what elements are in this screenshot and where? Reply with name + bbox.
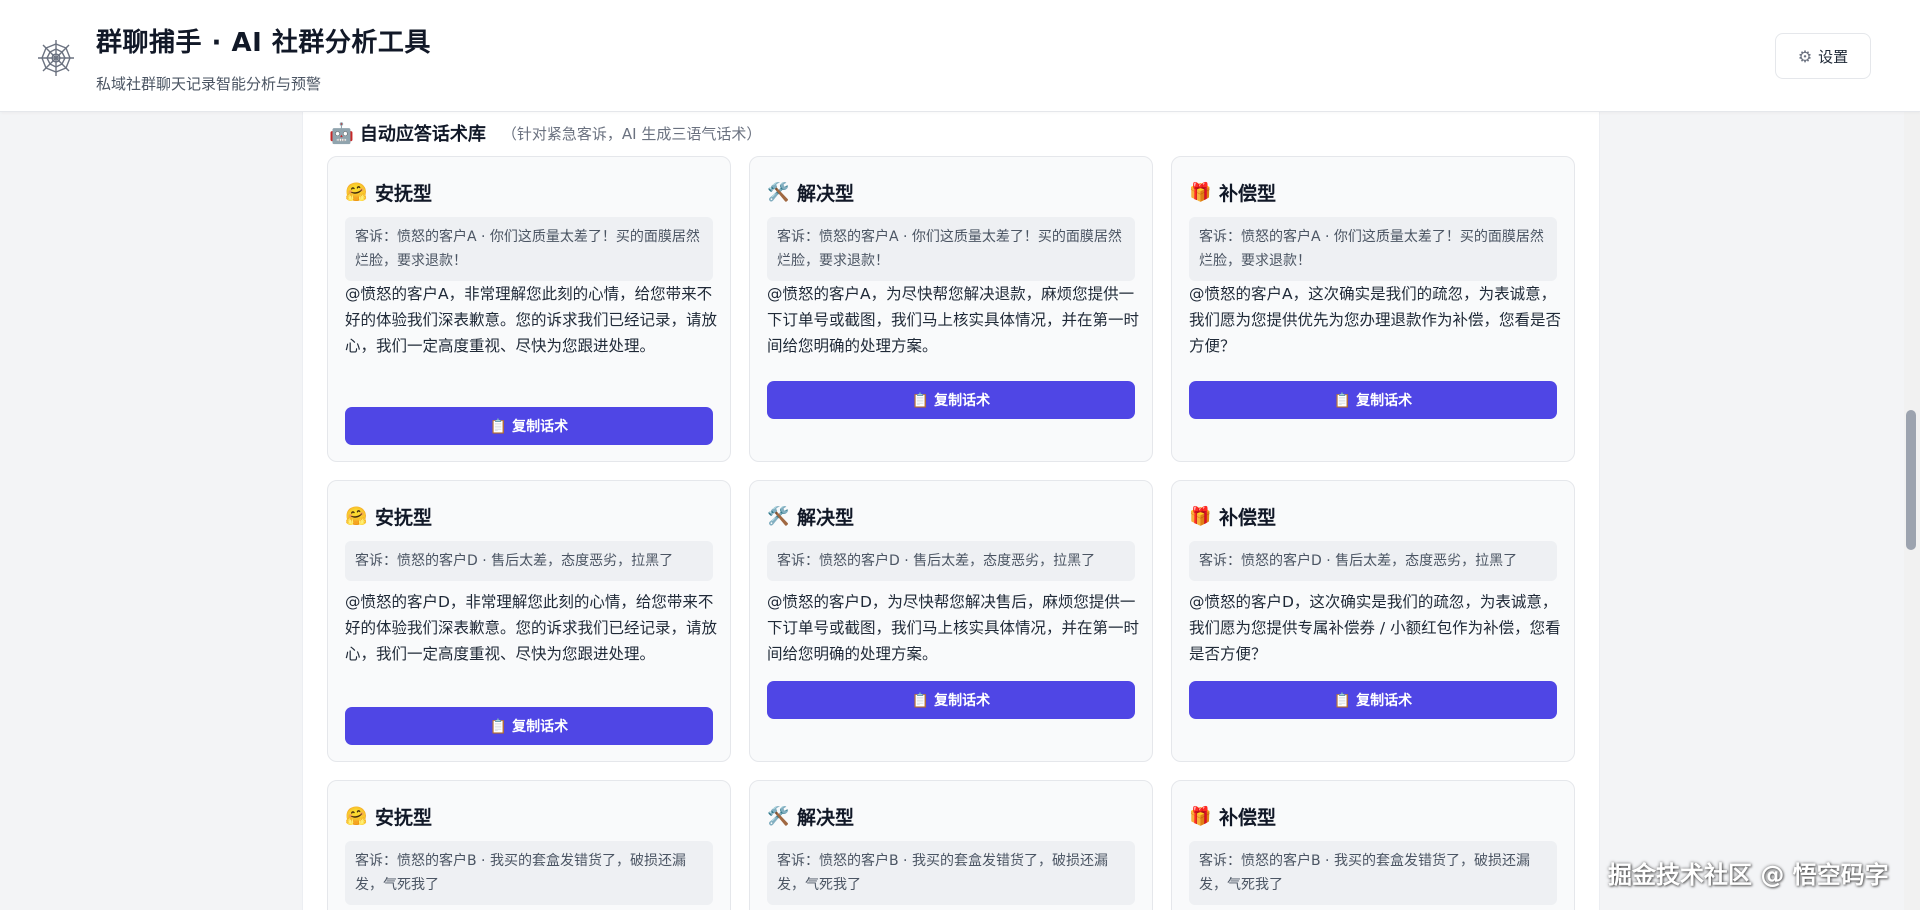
copy-reply-button[interactable]: 📋 复制话术 [767,381,1135,419]
reply-text: @愤怒的客户A，非常理解您此刻的心情，给您带来不好的体验我们深表歉意。您的诉求我… [345,285,718,355]
card-title: 解决型 [797,807,855,829]
spiderweb-icon [38,40,74,76]
card-title: 解决型 [797,183,855,205]
copy-reply-button[interactable]: 📋 复制话术 [345,407,713,445]
card-title: 补偿型 [1219,807,1277,829]
app-subtitle: 私域社群聊天记录智能分析与预警 [96,75,322,93]
gift-icon: 🎁 [1189,182,1212,203]
gear-icon: ⚙ [1797,46,1813,66]
app-title: 群聊捕手 · AI 社群分析工具 [96,28,431,58]
reply-card: 🎁 补偿型 客诉：愤怒的客户D · 售后太差，态度恶劣，拉黑了 @愤怒的客户D，… [1171,480,1575,762]
reply-card: 🎁 补偿型 客诉：愤怒的客户A · 你们这质量太差了！买的面膜居然烂脸，要求退款… [1171,156,1575,462]
complaint-box: 客诉：愤怒的客户B · 我买的套盒发错货了，破损还漏发，气死我了 [1189,841,1557,905]
card-title: 补偿型 [1219,183,1277,205]
reply-card: 🛠️ 解决型 客诉：愤怒的客户D · 售后太差，态度恶劣，拉黑了 @愤怒的客户D… [749,480,1153,762]
reply-card: 🤗 安抚型 客诉：愤怒的客户D · 售后太差，态度恶劣，拉黑了 @愤怒的客户D，… [327,480,731,762]
reply-text: @愤怒的客户D，非常理解您此刻的心情，给您带来不好的体验我们深表歉意。您的诉求我… [345,593,718,663]
copy-reply-button[interactable]: 📋 复制话术 [1189,381,1557,419]
tools-icon: 🛠️ [767,806,790,827]
card-title: 安抚型 [375,183,433,205]
reply-text: @愤怒的客户D，为尽快帮您解决售后，麻烦您提供一下订单号或截图，我们马上核实具体… [767,593,1140,663]
scrollbar-thumb[interactable] [1906,410,1916,550]
complaint-box: 客诉：愤怒的客户A · 你们这质量太差了！买的面膜居然烂脸，要求退款！ [1189,217,1557,281]
reply-text: @愤怒的客户A，为尽快帮您解决退款，麻烦您提供一下订单号或截图，我们马上核实具体… [767,285,1140,355]
complaint-box: 客诉：愤怒的客户B · 我买的套盒发错货了，破损还漏发，气死我了 [345,841,713,905]
settings-label: 设置 [1818,47,1849,66]
reply-card: 🎁 补偿型 客诉：愤怒的客户B · 我买的套盒发错货了，破损还漏发，气死我了 [1171,780,1575,910]
reply-library-panel: 🤖 自动应答话术库 （针对紧急客诉，AI 生成三语气话术） 🤗 安抚型 客诉：愤… [302,112,1600,910]
copy-reply-button[interactable]: 📋 复制话术 [345,707,713,745]
section-header: 🤖 自动应答话术库 （针对紧急客诉，AI 生成三语气话术） [329,118,761,148]
complaint-box: 客诉：愤怒的客户A · 你们这质量太差了！买的面膜居然烂脸，要求退款！ [767,217,1135,281]
copy-reply-button[interactable]: 📋 复制话术 [767,681,1135,719]
card-title: 安抚型 [375,807,433,829]
robot-icon: 🤖 [329,121,354,145]
reply-card: 🤗 安抚型 客诉：愤怒的客户B · 我买的套盒发错货了，破损还漏发，气死我了 [327,780,731,910]
tools-icon: 🛠️ [767,182,790,203]
tools-icon: 🛠️ [767,506,790,527]
settings-button[interactable]: ⚙ 设置 [1775,33,1871,79]
gift-icon: 🎁 [1189,806,1212,827]
reply-text: @愤怒的客户D，这次确实是我们的疏忽，为表诚意，我们愿为您提供专属补偿券 / 小… [1189,593,1561,663]
reply-text: @愤怒的客户A，这次确实是我们的疏忽，为表诚意，我们愿为您提供优先为您办理退款作… [1189,285,1562,355]
complaint-box: 客诉：愤怒的客户B · 我买的套盒发错货了，破损还漏发，气死我了 [767,841,1135,905]
copy-reply-button[interactable]: 📋 复制话术 [1189,681,1557,719]
complaint-box: 客诉：愤怒的客户A · 你们这质量太差了！买的面膜居然烂脸，要求退款！ [345,217,713,281]
app-header: 群聊捕手 · AI 社群分析工具 私域社群聊天记录智能分析与预警 ⚙ 设置 [0,0,1920,112]
card-title: 解决型 [797,507,855,529]
card-title: 安抚型 [375,507,433,529]
hug-face-icon: 🤗 [345,506,368,527]
watermark: 掘金技术社区 @ 悟空码字 [1608,861,1889,889]
complaint-box: 客诉：愤怒的客户D · 售后太差，态度恶劣，拉黑了 [767,541,1135,581]
hug-face-icon: 🤗 [345,806,368,827]
section-note: （针对紧急客诉，AI 生成三语气话术） [501,124,762,143]
reply-card: 🤗 安抚型 客诉：愤怒的客户A · 你们这质量太差了！买的面膜居然烂脸，要求退款… [327,156,731,462]
complaint-box: 客诉：愤怒的客户D · 售后太差，态度恶劣，拉黑了 [1189,541,1557,581]
reply-card: 🛠️ 解决型 客诉：愤怒的客户A · 你们这质量太差了！买的面膜居然烂脸，要求退… [749,156,1153,462]
hug-face-icon: 🤗 [345,182,368,203]
complaint-box: 客诉：愤怒的客户D · 售后太差，态度恶劣，拉黑了 [345,541,713,581]
card-title: 补偿型 [1219,507,1277,529]
section-title: 自动应答话术库 [359,124,486,145]
reply-card: 🛠️ 解决型 客诉：愤怒的客户B · 我买的套盒发错货了，破损还漏发，气死我了 [749,780,1153,910]
gift-icon: 🎁 [1189,506,1212,527]
